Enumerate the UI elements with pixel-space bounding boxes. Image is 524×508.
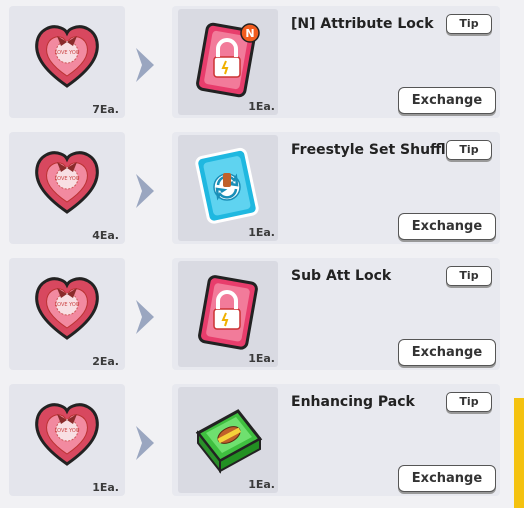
exchange-button[interactable]: Exchange <box>398 213 496 240</box>
scrollbar-thumb[interactable] <box>514 398 524 508</box>
tip-button[interactable]: Tip <box>446 14 492 34</box>
reward-title: Sub Att Lock <box>291 268 392 284</box>
exchange-row: LOVE YOU 2Ea. 1Ea. Sub Att Lock Tip Exch… <box>0 252 524 378</box>
reward-title: [N] Attribute Lock <box>291 16 434 32</box>
tip-button[interactable]: Tip <box>446 392 492 412</box>
tip-button[interactable]: Tip <box>446 140 492 160</box>
source-count: 7Ea. <box>92 103 119 116</box>
source-item-slot: LOVE YOU 1Ea. <box>9 384 125 496</box>
exchange-row: LOVE YOU 1Ea. 1Ea. Enhancing Pack Tip Ex… <box>0 378 524 504</box>
reward-item-slot: N 1Ea. <box>178 9 278 115</box>
arrow-right-icon <box>136 48 154 82</box>
reward-card: N 1Ea. [N] Attribute Lock Tip Exchange <box>172 6 500 118</box>
reward-item-slot: 1Ea. <box>178 261 278 367</box>
exchange-button[interactable]: Exchange <box>398 87 496 114</box>
attribute-lock-card-icon: N <box>196 22 260 98</box>
reward-card: 1Ea. Sub Att Lock Tip Exchange <box>172 258 500 370</box>
source-count: 2Ea. <box>92 355 119 368</box>
set-shuffle-card-icon <box>195 147 259 224</box>
svg-text:LOVE YOU: LOVE YOU <box>55 428 80 434</box>
exchange-row: LOVE YOU 4Ea. 1Ea. Freestyle Set Shuffle… <box>0 126 524 252</box>
source-item-slot: LOVE YOU 7Ea. <box>9 6 125 118</box>
arrow-right-icon <box>136 300 154 334</box>
source-item-slot: LOVE YOU 4Ea. <box>9 132 125 244</box>
exchange-row: LOVE YOU 7Ea. N 1Ea. [N] Attribute Lock … <box>0 0 524 126</box>
tip-button[interactable]: Tip <box>446 266 492 286</box>
reward-item-slot: 1Ea. <box>178 135 278 241</box>
sub-att-lock-card-icon <box>198 275 258 350</box>
reward-count: 1Ea. <box>248 226 275 239</box>
svg-text:LOVE YOU: LOVE YOU <box>55 302 80 308</box>
arrow-right-icon <box>136 426 154 460</box>
heart-box-icon: LOVE YOU <box>35 277 99 340</box>
source-item-slot: LOVE YOU 2Ea. <box>9 258 125 370</box>
source-count: 4Ea. <box>92 229 119 242</box>
svg-text:LOVE YOU: LOVE YOU <box>55 50 80 56</box>
exchange-button[interactable]: Exchange <box>398 339 496 366</box>
reward-item-slot: 1Ea. <box>178 387 278 493</box>
source-count: 1Ea. <box>92 481 119 494</box>
reward-title: Freestyle Set Shuffle <box>291 142 451 158</box>
arrow-right-icon <box>136 174 154 208</box>
heart-box-icon: LOVE YOU <box>35 403 99 466</box>
reward-count: 1Ea. <box>248 478 275 491</box>
reward-card: 1Ea. Enhancing Pack Tip Exchange <box>172 384 500 496</box>
exchange-button[interactable]: Exchange <box>398 465 496 492</box>
heart-box-icon: LOVE YOU <box>35 25 99 88</box>
reward-title: Enhancing Pack <box>291 394 415 410</box>
reward-count: 1Ea. <box>248 100 275 113</box>
enhancing-pack-icon <box>195 409 263 474</box>
svg-text:LOVE YOU: LOVE YOU <box>55 176 80 182</box>
heart-box-icon: LOVE YOU <box>35 151 99 214</box>
reward-card: 1Ea. Freestyle Set Shuffle Tip Exchange <box>172 132 500 244</box>
svg-text:N: N <box>245 27 254 40</box>
reward-count: 1Ea. <box>248 352 275 365</box>
